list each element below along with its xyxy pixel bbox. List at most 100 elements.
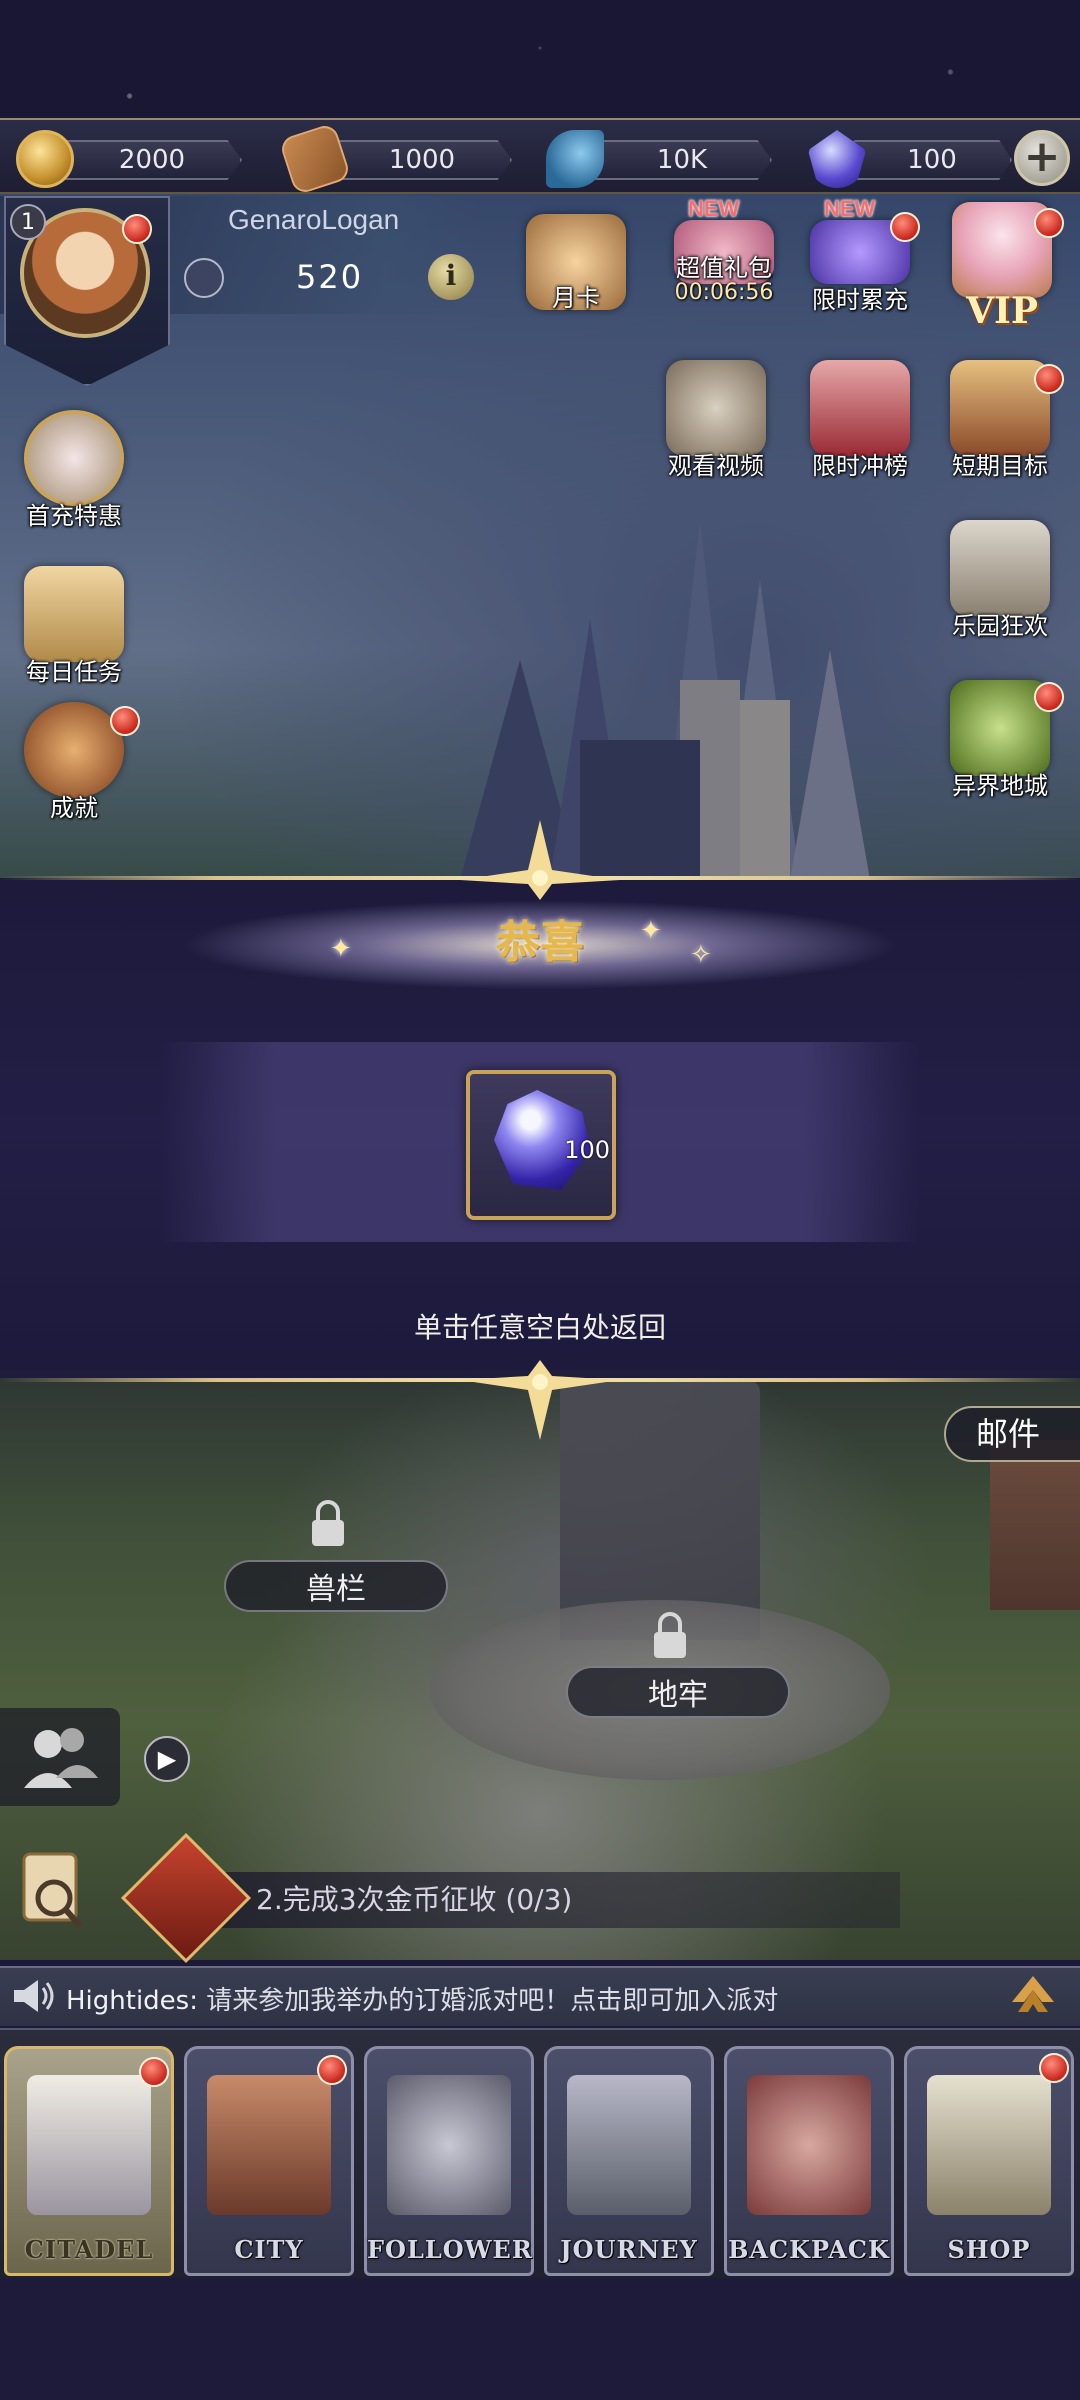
nav-tab-label: SHOP xyxy=(947,2235,1031,2264)
feather-amount: 10K xyxy=(592,140,772,180)
crossed-swords-icon xyxy=(567,2075,691,2215)
wood-icon xyxy=(278,122,352,196)
value-pack-label: 超值礼包 xyxy=(676,254,772,282)
citadel-icon xyxy=(27,2075,151,2215)
ornament-top-icon xyxy=(460,820,620,900)
city-gate-icon xyxy=(207,2075,331,2215)
speaker-icon xyxy=(14,1980,54,2012)
short-goal-button[interactable]: 短期目标 xyxy=(940,360,1064,490)
new-tag: NEW xyxy=(824,196,876,221)
paradise-carnival-label: 乐园狂欢 xyxy=(952,612,1048,640)
lock-icon xyxy=(654,1612,686,1658)
friends-button[interactable] xyxy=(0,1708,120,1806)
friends-icon xyxy=(24,1728,98,1788)
wood-amount: 1000 xyxy=(332,140,512,180)
gold-resource[interactable]: 2000 xyxy=(10,130,250,188)
watch-video-label: 观看视频 xyxy=(668,452,764,480)
player-name: GenaroLogan xyxy=(228,204,400,235)
nav-tab-citadel[interactable]: CITADEL xyxy=(4,2046,174,2276)
chat-message[interactable]: Hightides: 请来参加我举办的订婚派对吧！点击即可加入派对 xyxy=(66,1980,778,2017)
achievements-button[interactable]: 成就 xyxy=(14,702,140,832)
gem-icon xyxy=(808,130,866,188)
feather-icon xyxy=(546,130,604,188)
vip-button[interactable]: VIP xyxy=(942,196,1064,332)
nav-tab-label: BACKPACK xyxy=(728,2235,890,2264)
limited-topup-button[interactable]: NEW 限时累充 xyxy=(800,196,920,334)
notification-dot xyxy=(1034,208,1064,238)
otherworld-dungeon-label: 异界地城 xyxy=(952,772,1048,800)
shop-chest-icon xyxy=(927,2075,1051,2215)
sparkle-icon: ✦ xyxy=(330,934,352,964)
scroll-icon xyxy=(24,566,124,662)
chat-text: 请来参加我举办的订婚派对吧！点击即可加入派对 xyxy=(206,1986,779,2016)
dungeon-building-label[interactable]: 地牢 xyxy=(566,1666,790,1718)
ornament-bottom-icon xyxy=(460,1360,620,1440)
gem-amount: 100 xyxy=(852,140,1012,180)
reward-quantity: 100 xyxy=(564,1136,610,1164)
gold-amount: 2000 xyxy=(62,140,242,180)
nav-tab-follower[interactable]: FOLLOWER xyxy=(364,2046,534,2276)
notification-dot xyxy=(890,212,920,242)
resource-bar: 2000 1000 10K 100 + xyxy=(0,118,1080,196)
nav-tab-label: CITY xyxy=(234,2235,304,2264)
add-gems-button[interactable]: + xyxy=(1014,130,1070,186)
backpack-icon xyxy=(747,2075,871,2215)
notification-dot xyxy=(1034,682,1064,712)
coin-icon xyxy=(16,130,74,188)
new-tag: NEW xyxy=(688,196,740,221)
gem-resource[interactable]: 100 xyxy=(800,130,1020,188)
emblem-icon xyxy=(184,258,224,298)
nav-tab-journey[interactable]: JOURNEY xyxy=(544,2046,714,2276)
nav-tab-label: FOLLOWER xyxy=(367,2235,533,2264)
power-row: 520 i xyxy=(176,250,476,306)
avatar-notification-dot xyxy=(122,214,152,244)
player-level-badge: 1 xyxy=(10,204,46,240)
sparkle-icon: ✧ xyxy=(690,940,712,970)
chat-sender: Hightides: xyxy=(66,1986,198,2016)
first-recharge-label: 首充特惠 xyxy=(26,502,122,530)
lock-icon xyxy=(312,1500,344,1546)
daily-tasks-label: 每日任务 xyxy=(26,658,122,686)
first-recharge-button[interactable]: 首充特惠 xyxy=(14,410,134,540)
limited-topup-label: 限时累充 xyxy=(812,286,908,314)
paradise-carnival-button[interactable]: 乐园狂欢 xyxy=(940,520,1060,650)
nav-tab-city[interactable]: CITY xyxy=(184,2046,354,2276)
notification-dot xyxy=(1034,364,1064,394)
expand-side-button[interactable]: ▶ xyxy=(144,1736,190,1782)
value-pack-timer: 00:06:56 xyxy=(674,280,774,305)
mail-button[interactable]: 邮件 xyxy=(944,1406,1080,1462)
notification-dot xyxy=(1039,2053,1069,2083)
monthly-card-label: 月卡 xyxy=(552,284,600,312)
vip-label: VIP xyxy=(966,290,1038,332)
nav-tab-backpack[interactable]: BACKPACK xyxy=(724,2046,894,2276)
info-icon[interactable]: i xyxy=(428,254,474,300)
quest-scroll-icon[interactable] xyxy=(14,1846,90,1932)
otherworld-dungeon-button[interactable]: 异界地城 xyxy=(940,680,1064,810)
monthly-card-button[interactable]: 月卡 xyxy=(516,214,636,344)
pen-building-label[interactable]: 兽栏 xyxy=(224,1560,448,1612)
limited-rank-button[interactable]: 限时冲榜 xyxy=(800,360,920,490)
modal-dismiss-hint: 单击任意空白处返回 xyxy=(413,1311,666,1344)
feather-resource[interactable]: 10K xyxy=(540,130,780,188)
power-value: 520 xyxy=(296,258,364,296)
notification-dot xyxy=(139,2057,169,2087)
limited-rank-label: 限时冲榜 xyxy=(812,452,908,480)
modal-title: 恭喜 xyxy=(496,917,584,968)
wood-resource[interactable]: 1000 xyxy=(278,122,520,196)
watch-video-button[interactable]: 观看视频 xyxy=(656,360,776,490)
nav-tab-label: JOURNEY xyxy=(560,2235,698,2264)
achievements-label: 成就 xyxy=(50,794,98,822)
amusement-park-icon xyxy=(950,520,1050,616)
daily-tasks-button[interactable]: 每日任务 xyxy=(14,566,134,696)
value-pack-button[interactable]: NEW 超值礼包 00:06:56 xyxy=(664,196,784,334)
notification-dot xyxy=(110,706,140,736)
notification-dot xyxy=(317,2055,347,2085)
knight-helmet-icon xyxy=(387,2075,511,2215)
first-recharge-icon xyxy=(24,410,124,506)
nav-tab-shop[interactable]: SHOP xyxy=(904,2046,1074,2276)
film-reel-icon xyxy=(666,360,766,456)
quest-tracker[interactable]: 2.完成3次金币征收 (0/3) xyxy=(160,1872,900,1928)
nav-tab-label: CITADEL xyxy=(24,2235,154,2264)
mail-building[interactable] xyxy=(990,1440,1080,1610)
chevron-up-icon[interactable] xyxy=(1008,1972,1058,2016)
